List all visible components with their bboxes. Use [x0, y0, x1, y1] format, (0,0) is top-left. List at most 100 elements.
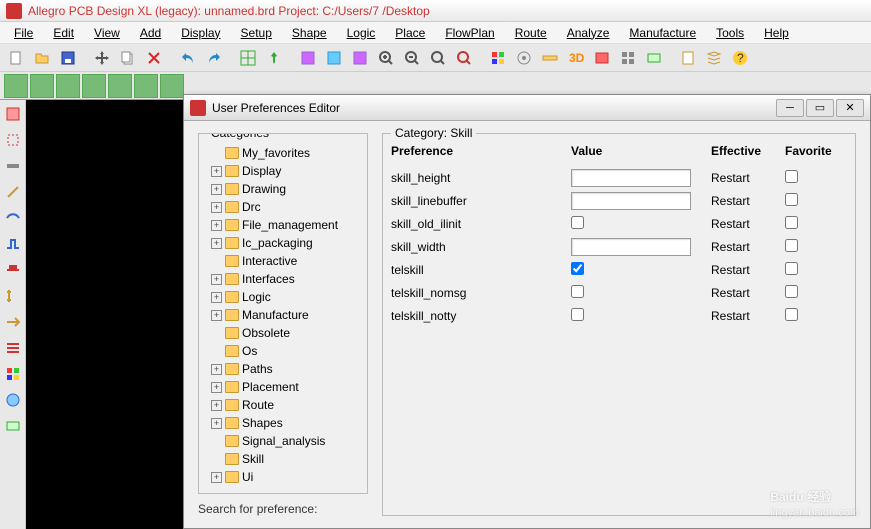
ltool-10[interactable] [3, 338, 23, 358]
grid-button[interactable] [236, 46, 260, 70]
layer1-button[interactable] [296, 46, 320, 70]
tb2-btn-3[interactable] [56, 74, 80, 98]
zoom-in-button[interactable] [374, 46, 398, 70]
measure-button[interactable] [538, 46, 562, 70]
maximize-button[interactable]: ▭ [806, 99, 834, 117]
pref-fav-telskill_notty[interactable] [785, 308, 798, 321]
tree-item-route[interactable]: +Route [207, 396, 359, 414]
tree-item-signal_analysis[interactable]: Signal_analysis [207, 432, 359, 450]
zoom-window-button[interactable] [452, 46, 476, 70]
3d-button[interactable]: 3D [564, 46, 588, 70]
menu-place[interactable]: Place [385, 24, 435, 42]
pref-check-telskill_notty[interactable] [571, 308, 584, 321]
move-button[interactable] [90, 46, 114, 70]
tree-item-interfaces[interactable]: +Interfaces [207, 270, 359, 288]
menu-edit[interactable]: Edit [43, 24, 84, 42]
menu-display[interactable]: Display [171, 24, 230, 42]
pref-fav-skill_old_ilinit[interactable] [785, 216, 798, 229]
ltool-6[interactable] [3, 234, 23, 254]
menu-file[interactable]: File [4, 24, 43, 42]
tb2-btn-6[interactable] [134, 74, 158, 98]
tb2-btn-7[interactable] [160, 74, 184, 98]
pref-check-skill_old_ilinit[interactable] [571, 216, 584, 229]
tree-item-paths[interactable]: +Paths [207, 360, 359, 378]
ltool-7[interactable] [3, 260, 23, 280]
ltool-5[interactable] [3, 208, 23, 228]
tree-item-my_favorites[interactable]: My_favorites [207, 144, 359, 162]
ltool-12[interactable] [3, 390, 23, 410]
pref-input-skill_width[interactable] [571, 238, 691, 256]
menu-tools[interactable]: Tools [706, 24, 754, 42]
ltool-1[interactable] [3, 104, 23, 124]
ltool-11[interactable] [3, 364, 23, 384]
menu-manufacture[interactable]: Manufacture [619, 24, 706, 42]
tree-item-manufacture[interactable]: +Manufacture [207, 306, 359, 324]
menu-logic[interactable]: Logic [337, 24, 386, 42]
menu-shape[interactable]: Shape [282, 24, 337, 42]
menu-route[interactable]: Route [505, 24, 557, 42]
tree-item-drc[interactable]: +Drc [207, 198, 359, 216]
category-tree[interactable]: My_favorites+Display+Drawing+Drc+File_ma… [207, 144, 359, 484]
tree-item-ic_packaging[interactable]: +Ic_packaging [207, 234, 359, 252]
ltool-4[interactable] [3, 182, 23, 202]
delete-button[interactable] [142, 46, 166, 70]
tile-button[interactable] [616, 46, 640, 70]
tree-item-obsolete[interactable]: Obsolete [207, 324, 359, 342]
pref-fav-telskill_nomsg[interactable] [785, 285, 798, 298]
dialog-titlebar[interactable]: User Preferences Editor ─ ▭ ✕ [184, 95, 870, 121]
ltool-3[interactable] [3, 156, 23, 176]
pin-button[interactable] [262, 46, 286, 70]
ltool-2[interactable] [3, 130, 23, 150]
layer3-button[interactable] [348, 46, 372, 70]
help-button[interactable]: ? [728, 46, 752, 70]
save-button[interactable] [56, 46, 80, 70]
pref-fav-skill_height[interactable] [785, 170, 798, 183]
ltool-8[interactable] [3, 286, 23, 306]
pref-check-telskill[interactable] [571, 262, 584, 275]
close-button[interactable]: ✕ [836, 99, 864, 117]
tree-item-interactive[interactable]: Interactive [207, 252, 359, 270]
constraint-button[interactable] [642, 46, 666, 70]
tb2-btn-5[interactable] [108, 74, 132, 98]
stack-button[interactable] [702, 46, 726, 70]
undo-button[interactable] [176, 46, 200, 70]
tree-item-skill[interactable]: Skill [207, 450, 359, 468]
ltool-13[interactable] [3, 416, 23, 436]
tree-item-display[interactable]: +Display [207, 162, 359, 180]
assign-color-button[interactable] [486, 46, 510, 70]
pref-fav-skill_linebuffer[interactable] [785, 193, 798, 206]
open-button[interactable] [30, 46, 54, 70]
menu-help[interactable]: Help [754, 24, 799, 42]
tree-item-file_management[interactable]: +File_management [207, 216, 359, 234]
new-button[interactable] [4, 46, 28, 70]
copy-button[interactable] [116, 46, 140, 70]
pref-fav-telskill[interactable] [785, 262, 798, 275]
menu-analyze[interactable]: Analyze [557, 24, 620, 42]
tree-item-logic[interactable]: +Logic [207, 288, 359, 306]
menu-view[interactable]: View [84, 24, 130, 42]
report-button[interactable] [676, 46, 700, 70]
menu-setup[interactable]: Setup [231, 24, 282, 42]
flip-button[interactable] [590, 46, 614, 70]
ltool-9[interactable] [3, 312, 23, 332]
tb2-btn-2[interactable] [30, 74, 54, 98]
tree-item-shapes[interactable]: +Shapes [207, 414, 359, 432]
tb2-btn-4[interactable] [82, 74, 106, 98]
menu-add[interactable]: Add [130, 24, 171, 42]
tb2-btn-1[interactable] [4, 74, 28, 98]
pref-fav-skill_width[interactable] [785, 239, 798, 252]
zoom-fit-button[interactable] [426, 46, 450, 70]
tree-item-ui[interactable]: +Ui [207, 468, 359, 484]
layer2-button[interactable] [322, 46, 346, 70]
pref-input-skill_height[interactable] [571, 169, 691, 187]
tree-item-placement[interactable]: +Placement [207, 378, 359, 396]
redo-button[interactable] [202, 46, 226, 70]
menu-flowplan[interactable]: FlowPlan [435, 24, 504, 42]
show-element-button[interactable] [512, 46, 536, 70]
pref-check-telskill_nomsg[interactable] [571, 285, 584, 298]
zoom-out-button[interactable] [400, 46, 424, 70]
minimize-button[interactable]: ─ [776, 99, 804, 117]
pref-input-skill_linebuffer[interactable] [571, 192, 691, 210]
tree-item-os[interactable]: Os [207, 342, 359, 360]
tree-item-drawing[interactable]: +Drawing [207, 180, 359, 198]
